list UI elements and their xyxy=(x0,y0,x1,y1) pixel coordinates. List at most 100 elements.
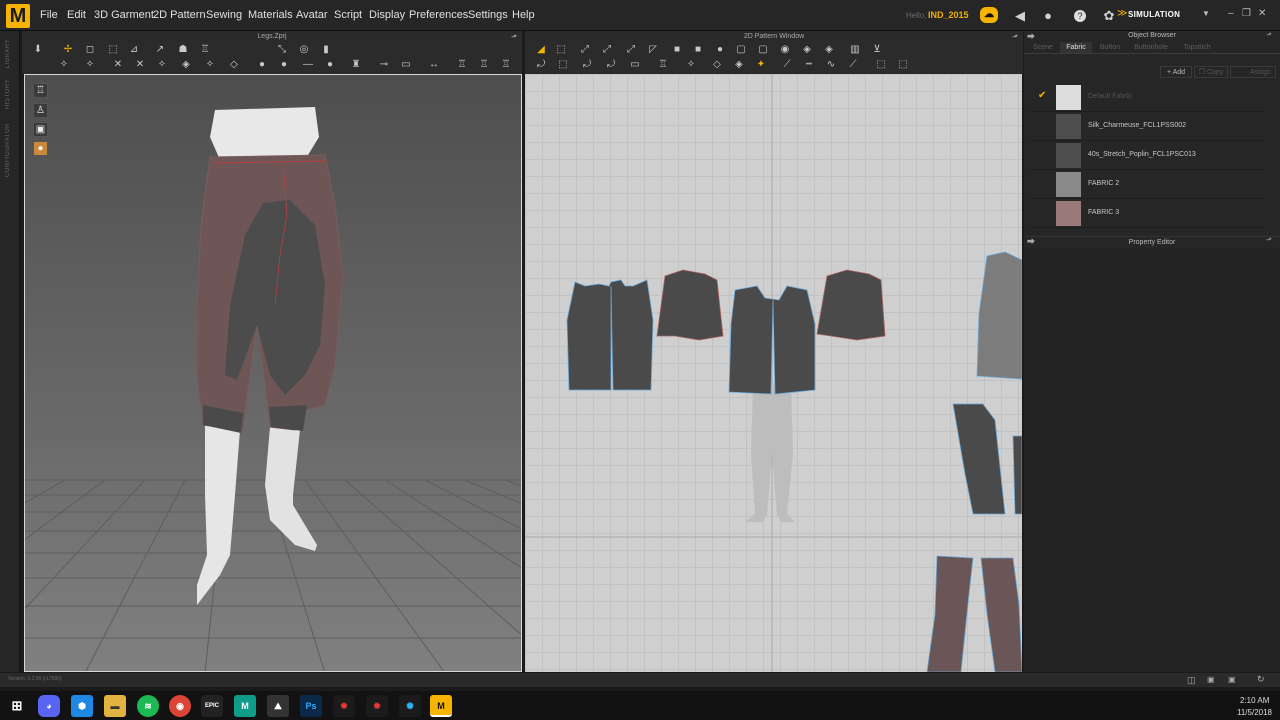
folder-icon[interactable]: ▬ xyxy=(104,695,126,717)
windows-start-icon[interactable]: ⊞ xyxy=(6,695,28,717)
tool-icon[interactable]: ✦ xyxy=(755,59,767,71)
fabric-row[interactable]: ✔ Default Fabric xyxy=(1030,84,1264,112)
tool-icon[interactable]: ▭ xyxy=(629,59,641,71)
edit-point-icon[interactable]: ⬚ xyxy=(555,44,567,56)
rectangle-icon[interactable]: ■ xyxy=(671,44,683,56)
tool-icon[interactable]: ⤾ xyxy=(605,59,617,71)
simulation-mode-label[interactable]: SIMULATION xyxy=(1128,10,1180,19)
tool-icon[interactable]: ✕ xyxy=(112,59,124,71)
garment-icon[interactable]: ☗ xyxy=(177,44,189,56)
layer-view-icon[interactable]: ▣ xyxy=(33,122,48,137)
avatar-display-icon[interactable]: ● xyxy=(33,141,48,156)
add-point-icon[interactable]: ⤢ xyxy=(601,44,613,56)
app-icon[interactable]: ✹ xyxy=(333,695,355,717)
tool-icon[interactable]: ● xyxy=(324,59,336,71)
tool-icon[interactable]: ✧ xyxy=(58,59,70,71)
tab-button[interactable]: Button xyxy=(1094,42,1126,53)
tool-icon[interactable]: ◈ xyxy=(180,59,192,71)
spotify-icon[interactable]: ≋ xyxy=(137,695,159,717)
tool-icon[interactable]: ⬚ xyxy=(557,59,569,71)
dart-icon[interactable]: ◈ xyxy=(823,44,835,56)
tool-icon[interactable]: ◇ xyxy=(228,59,240,71)
collapse-arrow-icon[interactable]: ⮕ xyxy=(1027,236,1035,247)
tool-icon[interactable]: ✧ xyxy=(84,59,96,71)
shirt-icon[interactable]: ♖ xyxy=(199,44,211,56)
collapse-arrow-icon[interactable]: ⮕ xyxy=(1027,31,1035,42)
assign-button[interactable]: Assign xyxy=(1230,66,1276,78)
layout-3d-icon[interactable]: ▣ xyxy=(1207,675,1215,684)
close-icon[interactable]: ✕ xyxy=(1258,8,1266,19)
rect-icon[interactable]: ■ xyxy=(692,44,704,56)
add-button[interactable]: + Add xyxy=(1160,66,1192,78)
help-icon[interactable]: ? xyxy=(1074,10,1086,22)
menu-help[interactable]: Help xyxy=(512,9,535,21)
internal-rect-icon[interactable]: ▢ xyxy=(735,44,747,56)
avatar-view-icon[interactable]: ♙ xyxy=(33,103,48,118)
user-icon[interactable]: ● xyxy=(1040,8,1056,24)
tool-icon[interactable]: ⬚ xyxy=(897,59,909,71)
restore-icon[interactable]: ❐ xyxy=(1242,8,1251,19)
tool-icon[interactable]: ● xyxy=(278,59,290,71)
menu-preferences[interactable]: Preferences xyxy=(409,9,468,21)
tool-icon[interactable]: ♖ xyxy=(500,59,512,71)
expand-icon[interactable]: ⬏ xyxy=(1266,31,1272,39)
tool-icon[interactable]: ♖ xyxy=(478,59,490,71)
tape-icon[interactable]: ◎ xyxy=(298,44,310,56)
marvelous-designer-icon[interactable]: M xyxy=(430,695,452,717)
tab-buttonhole[interactable]: Buttonhole xyxy=(1128,42,1174,53)
ruler-icon[interactable]: ▥ xyxy=(849,44,861,56)
hanger-icon[interactable]: ✿ xyxy=(1101,8,1117,24)
select-icon[interactable]: ⬇ xyxy=(32,44,44,56)
layout-single-icon[interactable]: ◫ xyxy=(1187,675,1196,686)
tool-icon[interactable]: ┅ xyxy=(803,59,815,71)
app-icon[interactable]: ✺ xyxy=(399,695,421,717)
move-icon[interactable]: ✢ xyxy=(62,44,74,56)
tool-icon[interactable]: ⤾ xyxy=(581,59,593,71)
chrome-icon[interactable]: ◉ xyxy=(169,695,191,717)
tab-history[interactable]: HISTORY xyxy=(5,79,11,109)
tool-icon[interactable]: ♖ xyxy=(657,59,669,71)
tool-icon[interactable]: ♖ xyxy=(456,59,468,71)
minimize-icon[interactable]: – xyxy=(1228,8,1234,19)
tool-icon[interactable]: ◈ xyxy=(733,59,745,71)
select-box-icon[interactable]: ◻ xyxy=(84,44,96,56)
tool-icon[interactable]: ⟋ xyxy=(781,59,793,71)
fold-icon[interactable]: ⊿ xyxy=(128,44,140,56)
internal-rect-icon[interactable]: ▢ xyxy=(757,44,769,56)
menu-materials[interactable]: Materials xyxy=(248,9,293,21)
layout-2d-icon[interactable]: ▣ xyxy=(1228,675,1236,684)
2d-pattern-viewport[interactable] xyxy=(525,74,1022,672)
tool-icon[interactable]: ⬚ xyxy=(875,59,887,71)
tool-icon[interactable]: ∿ xyxy=(825,59,837,71)
copy-button[interactable]: ❐ Copy xyxy=(1194,66,1228,78)
tool-icon[interactable]: ◇ xyxy=(711,59,723,71)
menu-file[interactable]: File xyxy=(40,9,58,21)
menu-display[interactable]: Display xyxy=(369,9,405,21)
fabric-row[interactable]: FABRIC 3 xyxy=(1030,200,1264,228)
chevron-down-icon[interactable]: ▼ xyxy=(1202,9,1210,18)
3d-viewport[interactable]: ♖ ♙ ▣ ● xyxy=(24,74,522,672)
tool-icon[interactable]: — xyxy=(302,59,314,71)
tool-icon[interactable]: ✕ xyxy=(134,59,146,71)
tool-icon[interactable]: ● xyxy=(256,59,268,71)
discord-icon[interactable]: ◕ xyxy=(38,695,60,717)
curve-point-icon[interactable]: ⤢ xyxy=(625,44,637,56)
tool-icon[interactable]: ⊸ xyxy=(378,59,390,71)
tool-icon[interactable]: ♜ xyxy=(350,59,362,71)
tool-icon[interactable]: ▭ xyxy=(400,59,412,71)
tool-icon[interactable]: ✧ xyxy=(685,59,697,71)
ruler-icon[interactable]: ⊻ xyxy=(871,44,883,56)
photoshop-icon[interactable]: Ps xyxy=(300,695,322,717)
fabric-row[interactable]: Silk_Charmeuse_FCL1PSS002 xyxy=(1030,113,1264,141)
refresh-icon[interactable]: ↻ xyxy=(1257,674,1265,685)
polygon-icon[interactable]: ◸ xyxy=(647,44,659,56)
expand-icon[interactable]: ⬏ xyxy=(1266,236,1272,244)
app-icon[interactable]: ⛰ xyxy=(267,695,289,717)
epic-games-icon[interactable]: EPIC xyxy=(201,695,223,717)
internal-circle-icon[interactable]: ◉ xyxy=(779,44,791,56)
tool-icon[interactable]: ↔ xyxy=(428,59,440,71)
ruler-icon[interactable]: ▮ xyxy=(320,44,332,56)
speaker-icon[interactable]: ◀ xyxy=(1012,8,1028,24)
app-icon[interactable]: ✹ xyxy=(366,695,388,717)
dart-icon[interactable]: ◈ xyxy=(801,44,813,56)
